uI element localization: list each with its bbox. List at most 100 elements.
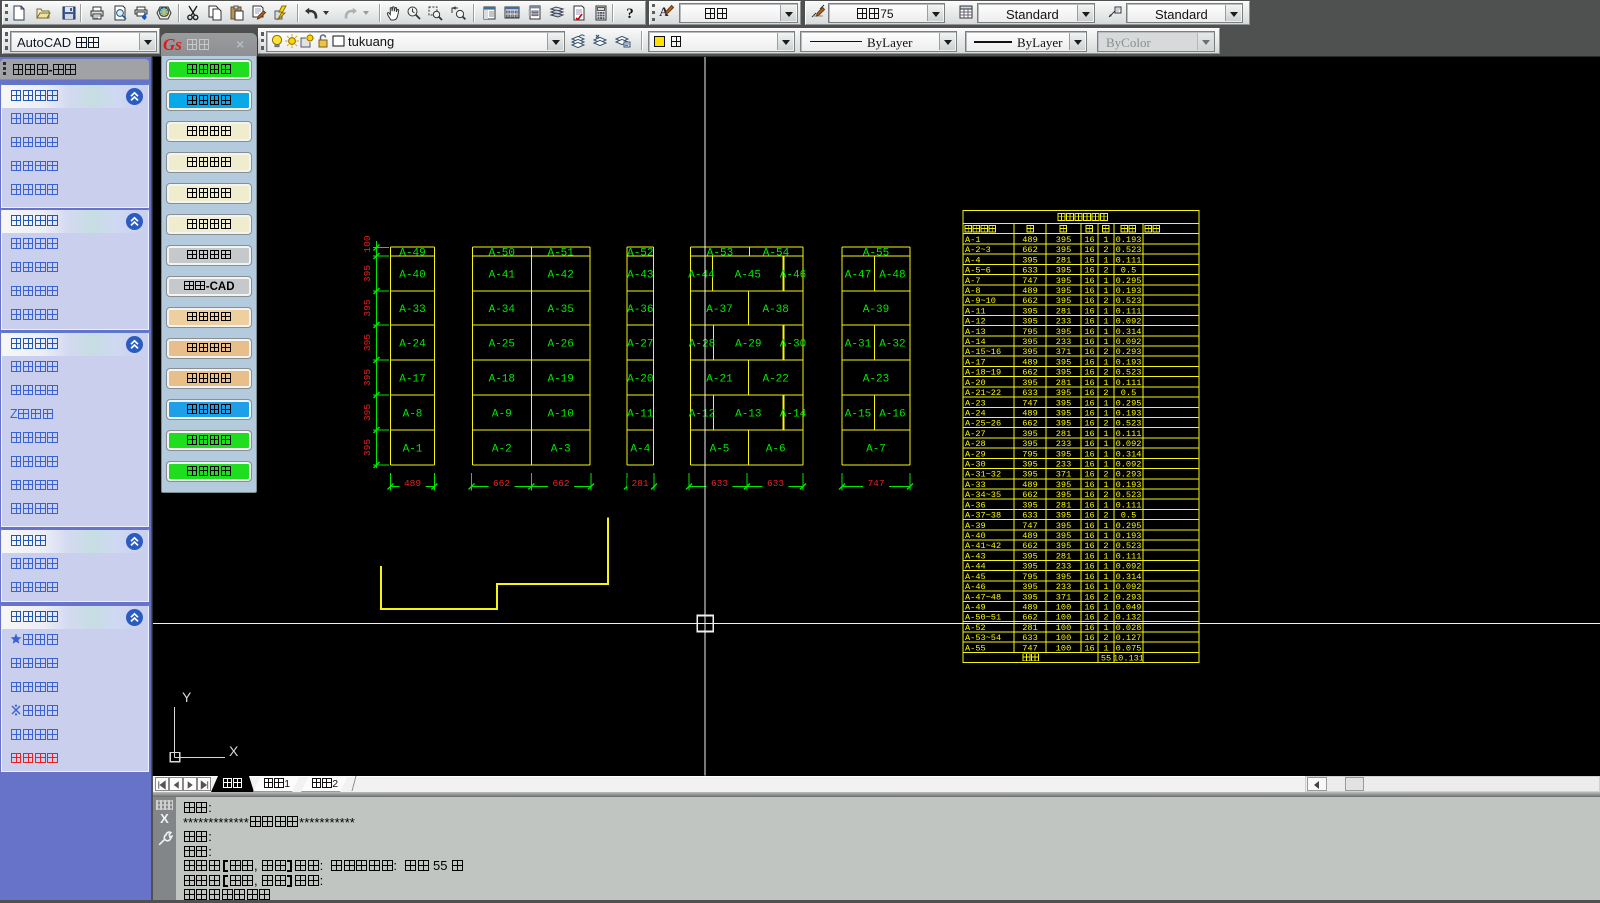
svg-text:A-2: A-2	[492, 444, 512, 456]
svg-text:A-20: A-20	[627, 374, 653, 386]
svg-text:16: 16	[1084, 245, 1094, 255]
svg-text:395: 395	[362, 369, 373, 386]
svg-text:16: 16	[1084, 562, 1094, 572]
svg-text:A-55: A-55	[965, 643, 986, 653]
svg-text:1: 1	[1103, 337, 1108, 347]
svg-text:233: 233	[1056, 439, 1071, 449]
svg-text:16: 16	[1084, 511, 1094, 521]
svg-text:395: 395	[1056, 480, 1071, 490]
svg-text:A-21: A-21	[706, 374, 733, 386]
svg-text:0.523: 0.523	[1116, 419, 1142, 429]
svg-text:0.293: 0.293	[1116, 347, 1142, 357]
svg-text:16: 16	[1084, 582, 1094, 592]
svg-text:A-46: A-46	[780, 270, 806, 282]
svg-text:489: 489	[1022, 602, 1037, 612]
svg-text:A-44: A-44	[965, 562, 986, 572]
svg-text:16: 16	[1084, 592, 1094, 602]
svg-text:A-50~51: A-50~51	[965, 613, 1001, 623]
svg-text:281: 281	[631, 478, 648, 489]
svg-text:0.049: 0.049	[1116, 602, 1142, 612]
svg-text:0.193: 0.193	[1116, 480, 1142, 490]
svg-text:A-33: A-33	[965, 480, 986, 490]
svg-text:A-17: A-17	[965, 357, 986, 367]
svg-text:A-27: A-27	[627, 339, 653, 351]
svg-text:2: 2	[1103, 388, 1108, 398]
svg-text:395: 395	[1056, 368, 1071, 378]
svg-text:16: 16	[1084, 613, 1094, 623]
svg-text:A-52: A-52	[627, 248, 653, 260]
svg-text:A-45: A-45	[735, 270, 761, 282]
svg-text:A-24: A-24	[965, 408, 986, 418]
svg-text:A-26: A-26	[547, 339, 573, 351]
svg-text:2: 2	[1103, 613, 1108, 623]
svg-text:0.293: 0.293	[1116, 470, 1142, 480]
svg-text:100: 100	[1056, 602, 1071, 612]
svg-text:A-39: A-39	[965, 521, 986, 531]
svg-text:16: 16	[1084, 368, 1094, 378]
svg-text:662: 662	[1022, 541, 1037, 551]
svg-text:0.523: 0.523	[1116, 541, 1142, 551]
svg-text:371: 371	[1056, 347, 1071, 357]
svg-text:0.295: 0.295	[1116, 521, 1142, 531]
svg-text:2: 2	[1103, 633, 1108, 643]
svg-text:395: 395	[1056, 296, 1071, 306]
svg-text:633: 633	[711, 478, 728, 489]
svg-text:281: 281	[1056, 255, 1071, 265]
svg-text:A-13: A-13	[735, 409, 761, 421]
svg-text:0.092: 0.092	[1116, 582, 1142, 592]
svg-text:A-7: A-7	[965, 276, 980, 286]
svg-text:A-18: A-18	[489, 374, 515, 386]
svg-text:A-50: A-50	[489, 248, 515, 260]
svg-text:747: 747	[1022, 276, 1037, 286]
svg-text:A-41~42: A-41~42	[965, 541, 1001, 551]
svg-text:233: 233	[1056, 317, 1071, 327]
svg-text:795: 795	[1022, 449, 1037, 459]
svg-text:2: 2	[1103, 419, 1108, 429]
svg-text:0.132: 0.132	[1116, 613, 1142, 623]
svg-text:395: 395	[1022, 582, 1037, 592]
svg-text:100: 100	[1056, 613, 1071, 623]
svg-text:A-17: A-17	[399, 374, 425, 386]
svg-text:16: 16	[1084, 521, 1094, 531]
svg-text:A-25: A-25	[489, 339, 515, 351]
svg-text:16: 16	[1084, 551, 1094, 561]
svg-text:395: 395	[1056, 408, 1071, 418]
svg-text:489: 489	[404, 478, 421, 489]
svg-text:662: 662	[1022, 368, 1037, 378]
svg-text:100: 100	[362, 235, 373, 252]
svg-text:0.111: 0.111	[1116, 500, 1142, 510]
svg-text:0.523: 0.523	[1116, 368, 1142, 378]
svg-text:A-38: A-38	[762, 304, 788, 316]
svg-text:0.092: 0.092	[1116, 439, 1142, 449]
svg-text:16: 16	[1084, 572, 1094, 582]
svg-text:16: 16	[1084, 429, 1094, 439]
svg-text:A-55: A-55	[863, 248, 889, 260]
svg-text:395: 395	[1022, 460, 1037, 470]
svg-text:0.092: 0.092	[1116, 337, 1142, 347]
svg-text:16: 16	[1084, 286, 1094, 296]
svg-text:A-34~35: A-34~35	[965, 490, 1001, 500]
svg-text:662: 662	[1022, 419, 1037, 429]
svg-text:1: 1	[1103, 623, 1108, 633]
svg-text:A-31: A-31	[845, 339, 872, 351]
svg-text:1: 1	[1103, 235, 1108, 245]
svg-text:A-20: A-20	[965, 378, 986, 388]
svg-text:A-37: A-37	[706, 304, 732, 316]
svg-text:1: 1	[1103, 602, 1108, 612]
svg-text:A-40: A-40	[399, 270, 425, 282]
svg-text:16: 16	[1084, 449, 1094, 459]
svg-text:233: 233	[1056, 337, 1071, 347]
svg-text:16: 16	[1084, 602, 1094, 612]
svg-text:0.193: 0.193	[1116, 531, 1142, 541]
svg-text:489: 489	[1022, 286, 1037, 296]
svg-text:0.5: 0.5	[1121, 388, 1136, 398]
svg-text:395: 395	[1022, 562, 1037, 572]
svg-text:A-53: A-53	[707, 248, 733, 260]
svg-text:395: 395	[1056, 245, 1071, 255]
svg-text:0.193: 0.193	[1116, 357, 1142, 367]
svg-text:489: 489	[1022, 480, 1037, 490]
svg-text:395: 395	[1022, 500, 1037, 510]
svg-text:0.5: 0.5	[1121, 511, 1136, 521]
svg-text:A-23: A-23	[863, 374, 889, 386]
svg-text:1: 1	[1103, 500, 1108, 510]
